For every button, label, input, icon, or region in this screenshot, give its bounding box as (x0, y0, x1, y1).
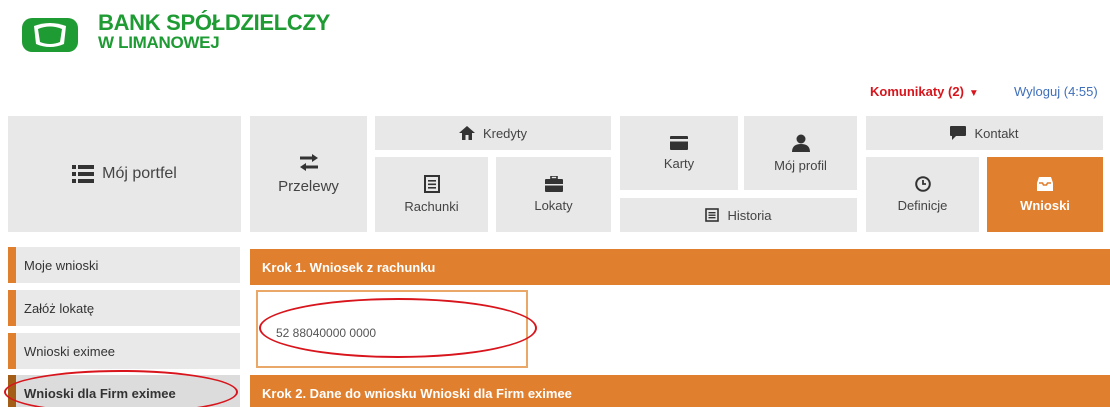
sidebar-item-label: Moje wnioski (24, 257, 99, 273)
card-icon (670, 135, 688, 150)
inbox-icon (1037, 177, 1053, 191)
nav-label: Wnioski (1020, 198, 1070, 213)
step-1-header: Krok 1. Wniosek z rachunku (250, 249, 1110, 285)
nav-label: Karty (663, 155, 695, 171)
nav-tile-kontakt[interactable]: Kontakt (866, 116, 1103, 150)
nav-label: Przelewy (278, 177, 339, 195)
chat-icon (950, 126, 967, 140)
account-select[interactable]: 52 88040000 0000 (256, 290, 528, 368)
nav-label: Kredyty (482, 125, 528, 141)
account-number: 52 88040000 0000 (276, 326, 377, 340)
document-icon (423, 175, 440, 193)
sidebar-item-wnioski-eximee[interactable]: Wnioski eximee (8, 333, 240, 369)
sidebar-item-label: Wnioski dla Firm eximee (24, 385, 176, 401)
step-2-header: Krok 2. Dane do wniosku Wnioski dla Firm… (250, 375, 1110, 407)
komunikaty-label: Komunikaty (2) (870, 84, 964, 99)
sidebar-item-moje-wnioski[interactable]: Moje wnioski (8, 247, 240, 283)
nav-label: Definicje (897, 198, 948, 213)
sidebar-item-zaloz-lokate[interactable]: Załóż lokatę (8, 290, 240, 326)
nav-tile-lokaty[interactable]: Lokaty (496, 157, 611, 232)
nav-tile-moj-profil[interactable]: Mój profil (744, 116, 857, 190)
nav-label: Historia (727, 207, 772, 223)
sidebar-item-wnioski-dla-firm-eximee[interactable]: Wnioski dla Firm eximee (8, 375, 240, 407)
nav-tile-definicje[interactable]: Definicje (866, 157, 979, 232)
nav-label: Rachunki (404, 199, 459, 214)
nav-label: Mój portfel (102, 165, 177, 182)
nav-tile-wnioski[interactable]: Wnioski (987, 157, 1103, 232)
nav-tile-historia[interactable]: Historia (620, 198, 857, 232)
history-document-icon (705, 208, 720, 222)
user-icon (791, 134, 810, 152)
sidebar-item-label: Załóż lokatę (24, 300, 95, 316)
nav-label: Lokaty (534, 198, 573, 213)
logout-link[interactable]: Wyloguj (4:55) (1014, 84, 1098, 99)
home-icon (458, 126, 475, 140)
nav-tile-karty[interactable]: Karty (620, 116, 738, 190)
clock-icon (914, 176, 931, 192)
nav-tile-moj-portfel[interactable]: Mój portfel (8, 116, 241, 232)
nav-tile-kredyty[interactable]: Kredyty (375, 116, 611, 150)
sidebar-item-label: Wnioski eximee (24, 343, 116, 359)
briefcase-icon (544, 176, 563, 192)
bank-logo-icon (22, 18, 78, 52)
nav-tile-rachunki[interactable]: Rachunki (375, 157, 488, 232)
nav-tile-przelewy[interactable]: Przelewy (250, 116, 367, 232)
chevron-down-icon: ▼ (968, 88, 979, 99)
nav-label: Mój profil (774, 157, 827, 173)
list-icon (72, 165, 95, 183)
bank-name-line2: W LIMANOWEJ (98, 33, 220, 52)
transfer-arrows-icon (299, 153, 318, 171)
komunikaty-link[interactable]: Komunikaty (2) ▼ (870, 84, 979, 99)
nav-label: Kontakt (974, 125, 1019, 141)
